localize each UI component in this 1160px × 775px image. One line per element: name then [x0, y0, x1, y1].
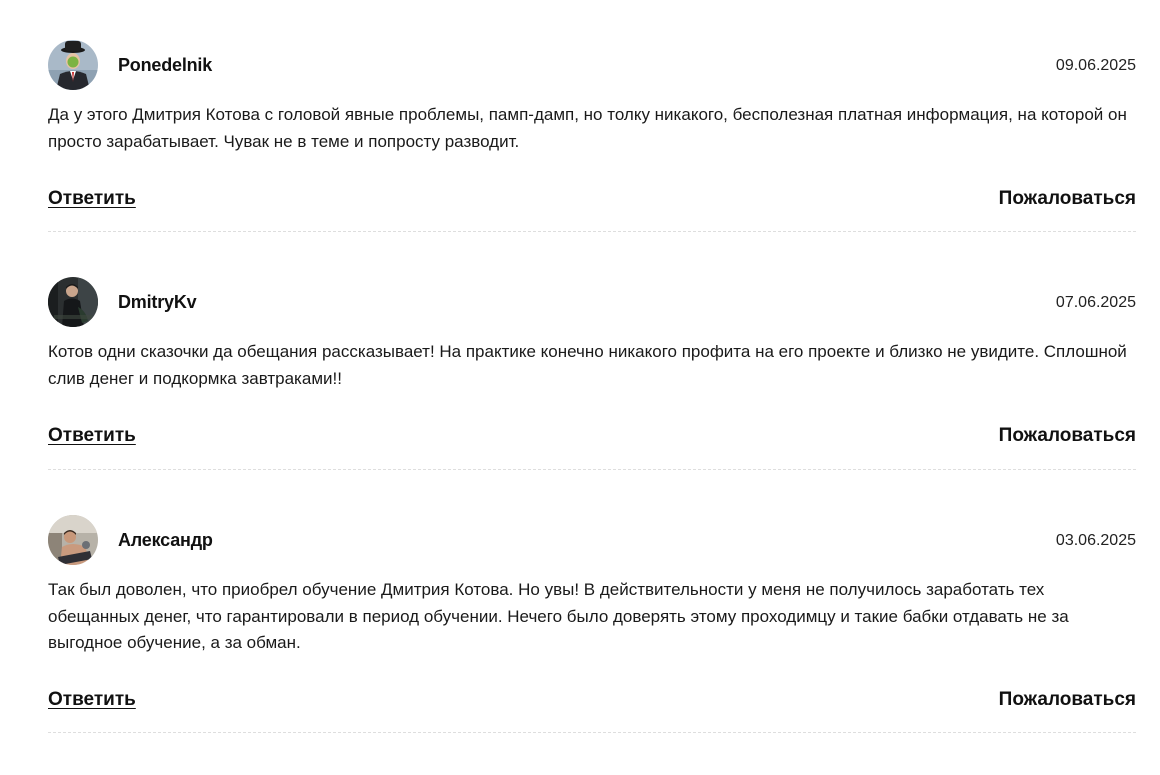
comment-text: Так был доволен, что приобрел обучение Д…	[48, 580, 1069, 652]
avatar	[48, 277, 98, 327]
comment-actions: Ответить Пожаловаться	[48, 425, 1136, 449]
comment-item: Ponedelnik 09.06.2025 Да у этого Дмитрия…	[48, 40, 1136, 232]
author-name: Ponedelnik	[118, 55, 213, 75]
reply-link[interactable]: Ответить	[48, 188, 136, 210]
report-link[interactable]: Пожаловаться	[999, 425, 1136, 447]
comment-header: DmitryKv 07.06.2025	[48, 277, 1136, 327]
avatar	[48, 515, 98, 565]
comment-item: DmitryKv 07.06.2025 Котов одни сказочки …	[48, 277, 1136, 470]
comment-actions: Ответить Пожаловаться	[48, 188, 1136, 212]
comment-date: 03.06.2025	[1055, 532, 1136, 549]
author-name: Александр	[118, 530, 213, 550]
comment-date: 09.06.2025	[1055, 57, 1136, 74]
comment-text: Котов одни сказочки да обещания рассказы…	[48, 342, 1127, 388]
avatar	[48, 40, 98, 90]
comment-actions: Ответить Пожаловаться	[48, 689, 1136, 713]
report-link[interactable]: Пожаловаться	[999, 188, 1136, 210]
comment-header: Ponedelnik 09.06.2025	[48, 40, 1136, 90]
comment-text: Да у этого Дмитрия Котова с головой явны…	[48, 105, 1127, 151]
comment-date: 07.06.2025	[1055, 294, 1136, 311]
author-name: DmitryKv	[118, 292, 197, 312]
reply-link[interactable]: Ответить	[48, 689, 136, 711]
comment-header: Александр 03.06.2025	[48, 515, 1136, 565]
report-link[interactable]: Пожаловаться	[999, 689, 1136, 711]
reply-link[interactable]: Ответить	[48, 425, 136, 447]
comment-item: Александр 03.06.2025 Так был доволен, чт…	[48, 515, 1136, 733]
